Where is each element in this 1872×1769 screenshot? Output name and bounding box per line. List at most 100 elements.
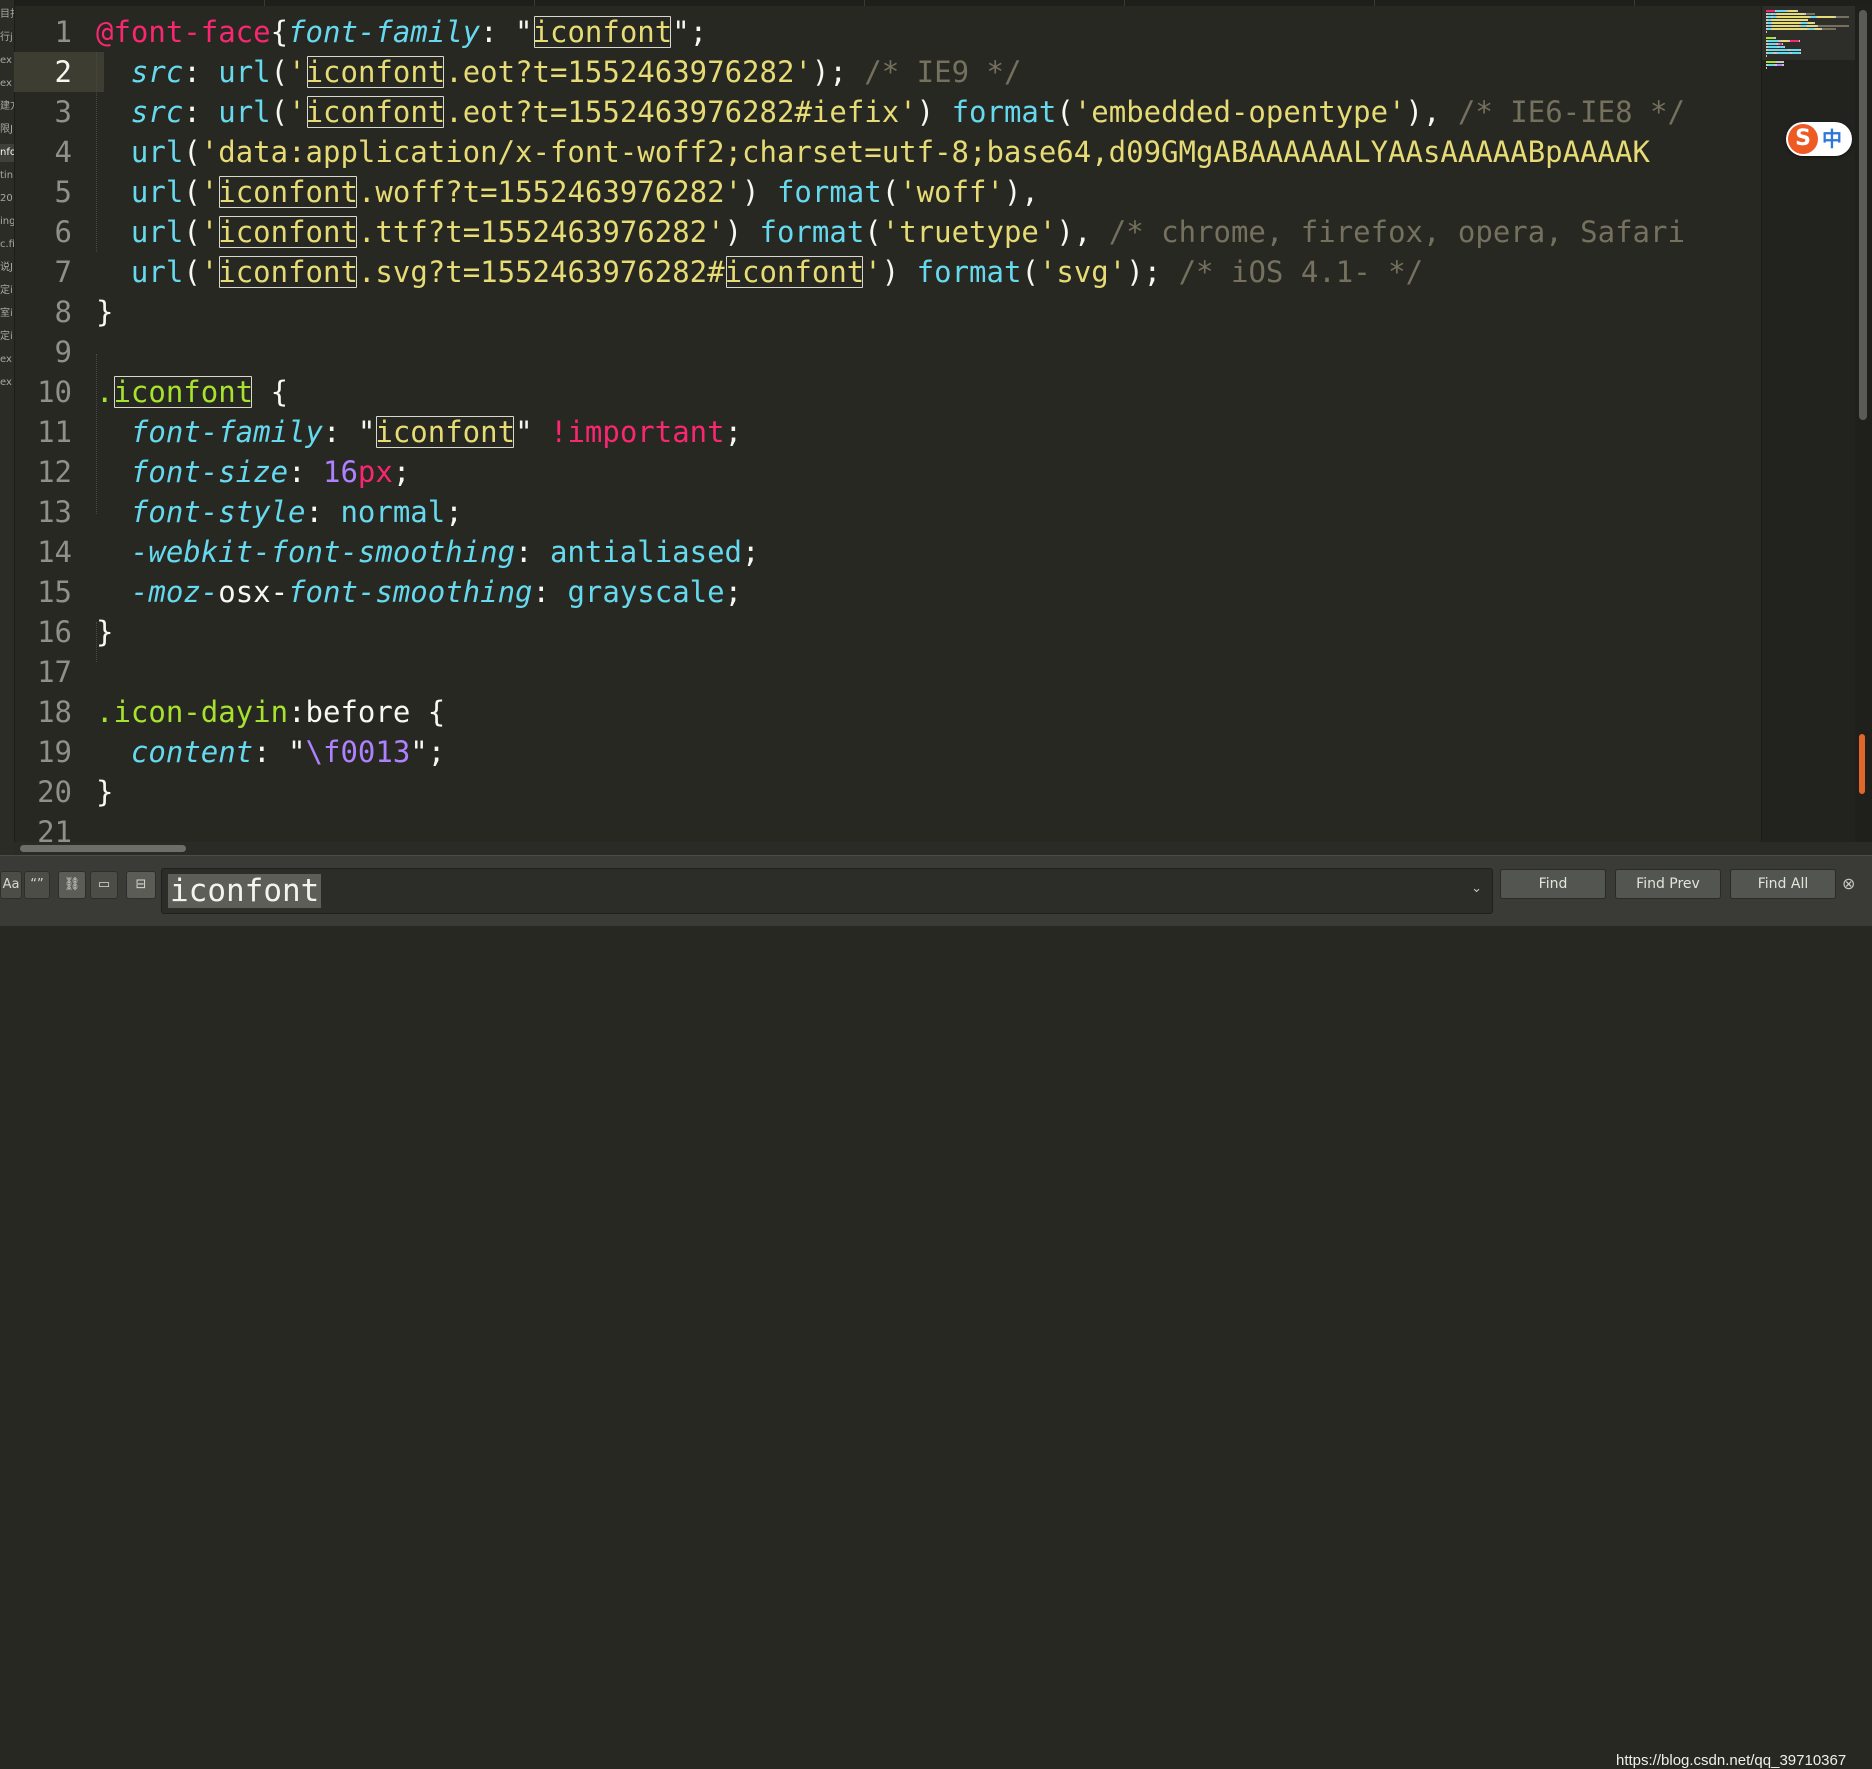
- line-number: 6: [54, 215, 72, 249]
- whole-word-toggle[interactable]: “”: [24, 871, 50, 899]
- code-token: );: [1126, 255, 1162, 289]
- find-all-button[interactable]: Find All: [1730, 869, 1836, 899]
- code-line[interactable]: src: url('iconfont.eot?t=1552463976282#i…: [96, 92, 1685, 132]
- line-number: 1: [54, 15, 72, 49]
- code-line[interactable]: src: url('iconfont.eot?t=1552463976282')…: [96, 52, 1022, 92]
- minimap-token: [1780, 28, 1799, 30]
- minimap-token: [1806, 13, 1815, 15]
- find-query-text[interactable]: iconfont: [168, 874, 322, 908]
- horizontal-scrollbar[interactable]: [14, 842, 1872, 855]
- code-token: px: [357, 455, 393, 489]
- code-token: osx-: [218, 575, 289, 609]
- code-token: : ": [253, 735, 306, 769]
- minimap-token: [1778, 13, 1785, 15]
- sidebar-file-item[interactable]: 目打: [0, 6, 14, 24]
- code-token: }: [96, 615, 114, 649]
- close-icon[interactable]: ⊗: [1842, 874, 1855, 893]
- line-number: 19: [37, 735, 72, 769]
- code-line[interactable]: url('iconfont.svg?t=1552463976282#iconfo…: [96, 252, 1423, 292]
- find-prev-button[interactable]: Find Prev: [1615, 869, 1721, 899]
- minimap-token: [1785, 13, 1804, 15]
- in-selection-toggle[interactable]: ▭: [90, 871, 118, 899]
- minimap-token: [1776, 61, 1784, 63]
- line-number: 9: [54, 335, 72, 369]
- code-token: font-smoothing: [288, 575, 533, 609]
- code-token: :: [515, 535, 550, 569]
- line-number: 2: [54, 55, 72, 89]
- history-dropdown-icon[interactable]: ⌄: [1471, 881, 1482, 896]
- horizontal-scrollbar-thumb[interactable]: [20, 845, 186, 852]
- sidebar-file-item[interactable]: 建方: [0, 98, 14, 116]
- code-line[interactable]: .iconfont {: [96, 372, 288, 412]
- code-line[interactable]: @font-face{font-family: "iconfont";: [96, 12, 707, 52]
- code-line[interactable]: }: [96, 772, 113, 812]
- minimap-token: [1800, 49, 1801, 51]
- vertical-scrollbar[interactable]: [1855, 6, 1872, 842]
- code-token: (: [270, 55, 289, 89]
- minimap-token: [1784, 46, 1785, 48]
- code-line[interactable]: -webkit-font-smoothing: antialiased;: [96, 532, 760, 572]
- code-area[interactable]: @font-face{font-family: "iconfont"; src:…: [96, 6, 1761, 842]
- find-button[interactable]: Find: [1500, 869, 1606, 899]
- code-token: .: [96, 375, 114, 409]
- minimap-token: [1773, 25, 1780, 27]
- code-token: :: [288, 455, 323, 489]
- code-token: ;: [724, 575, 743, 609]
- sidebar-file-item[interactable]: 定i: [0, 282, 14, 300]
- code-token: 'embedded-opentype': [1073, 95, 1406, 129]
- code-editor[interactable]: 1 2 3 4 5 6 7 8 9 10 11 12 13 14 15 16 17 18 19 20 21 @font-…: [14, 6, 1858, 842]
- code-line[interactable]: .icon-dayin:before {: [96, 692, 445, 732]
- vertical-scrollbar-thumb[interactable]: [1859, 10, 1867, 420]
- sidebar-file-item[interactable]: ex: [0, 351, 14, 369]
- minimap-token: [1799, 28, 1806, 30]
- sidebar-file-item[interactable]: ex: [0, 52, 14, 70]
- find-panel: Aa “” ⛓ ▭ ⊟ iconfont ⌄ Find Find Prev Find A…: [0, 855, 1872, 1769]
- code-line[interactable]: }: [96, 612, 113, 652]
- sidebar-file-item[interactable]: ing: [0, 213, 14, 231]
- minimap-token: [1782, 43, 1783, 45]
- find-input[interactable]: iconfont ⌄: [161, 868, 1493, 914]
- code-token: 'truetype': [881, 215, 1057, 249]
- sidebar-file-item[interactable]: ex: [0, 75, 14, 93]
- sidebar-file-item[interactable]: ex: [0, 374, 14, 392]
- code-token: src: [130, 95, 184, 129]
- wrap-toggle[interactable]: ⛓: [58, 871, 86, 899]
- code-line[interactable]: font-size: 16px;: [96, 452, 410, 492]
- highlight-matches-toggle[interactable]: ⊟: [126, 871, 156, 899]
- sidebar-file-item[interactable]: 定i: [0, 328, 14, 346]
- minimap-token: [1766, 10, 1775, 12]
- code-line[interactable]: url('iconfont.woff?t=1552463976282') for…: [96, 172, 1039, 212]
- code-token: (: [183, 135, 201, 169]
- code-token: (: [1021, 255, 1039, 289]
- code-line[interactable]: url('iconfont.ttf?t=1552463976282') form…: [96, 212, 1685, 252]
- code-line[interactable]: -moz-osx-font-smoothing: grayscale;: [96, 572, 742, 612]
- code-token: -webkit-font-smoothing: [130, 535, 516, 569]
- sidebar-file-item[interactable]: c.fi: [0, 236, 14, 254]
- code-line[interactable]: font-style: normal;: [96, 492, 463, 532]
- code-line[interactable]: content: "\f0013";: [96, 732, 445, 772]
- sidebar-file-item[interactable]: 室i: [0, 305, 14, 323]
- minimap-token: [1789, 10, 1796, 12]
- code-token: ;: [742, 535, 760, 569]
- code-token: font-size: [130, 455, 289, 489]
- code-token: font-family: [288, 15, 481, 49]
- sidebar-file-item[interactable]: tin: [0, 167, 14, 185]
- line-number: 14: [37, 535, 72, 569]
- code-line[interactable]: url('data:application/x-font-woff2;chars…: [96, 132, 1650, 172]
- minimap-token: [1778, 16, 1785, 18]
- sidebar-file-item[interactable]: 20: [0, 190, 14, 208]
- ime-status-badge[interactable]: S 中: [1786, 122, 1852, 156]
- code-line[interactable]: font-family: "iconfont" !important;: [96, 412, 742, 452]
- sidebar-file-item[interactable]: nfo: [0, 144, 14, 162]
- code-line[interactable]: }: [96, 292, 113, 332]
- sidebar-file-item[interactable]: 行j: [0, 29, 14, 47]
- case-sensitive-toggle[interactable]: Aa: [0, 871, 22, 899]
- code-token: ;: [445, 495, 463, 529]
- sidebar-file-item[interactable]: 说J: [0, 259, 14, 277]
- code-token: ': [288, 55, 306, 89]
- sidebar-file-item[interactable]: 限J: [0, 121, 14, 139]
- code-token: normal: [340, 495, 446, 529]
